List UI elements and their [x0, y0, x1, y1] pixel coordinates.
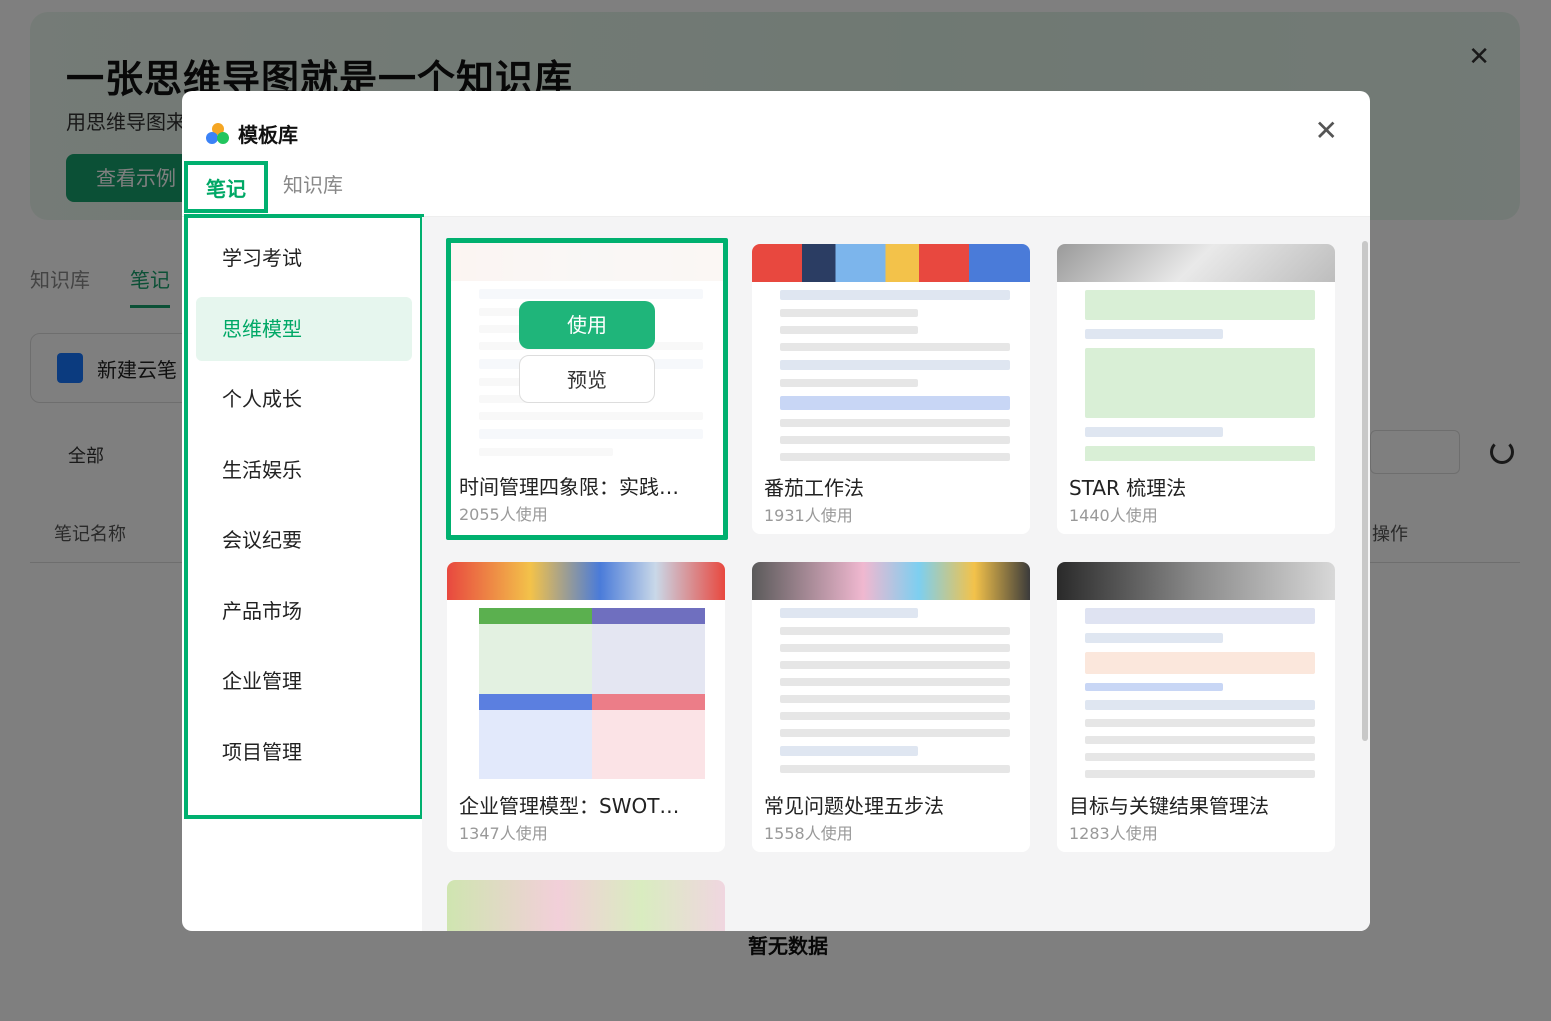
category-meeting-minutes[interactable]: 会议纪要 — [196, 508, 412, 572]
scrollbar[interactable] — [1362, 241, 1368, 741]
template-name: 目标与关键结果管理法 — [1069, 794, 1269, 818]
template-name: 时间管理四象限：实践… — [459, 475, 679, 499]
tab-notes[interactable]: 笔记 — [184, 161, 268, 213]
template-usage-count: 1347人使用 — [459, 824, 548, 843]
template-thumbnail — [752, 562, 1030, 779]
use-template-button[interactable]: 使用 — [519, 301, 655, 349]
category-study-exam[interactable]: 学习考试 — [196, 226, 412, 290]
category-enterprise-management[interactable]: 企业管理 — [196, 649, 412, 713]
template-card-pomodoro[interactable]: 番茄工作法 1931人使用 — [752, 244, 1030, 534]
category-project-management[interactable]: 项目管理 — [196, 720, 412, 784]
template-library-modal: 模板库 ✕ 笔记 知识库 学习考试 思维模型 个人成长 生活娱乐 会议纪要 产品… — [182, 91, 1370, 931]
modal-title: 模板库 — [238, 123, 298, 147]
template-usage-count: 1558人使用 — [764, 824, 853, 843]
template-thumbnail — [447, 880, 725, 931]
template-thumbnail — [752, 244, 1030, 461]
template-thumbnail: 使用 预览 — [451, 243, 723, 460]
template-name: STAR 梳理法 — [1069, 476, 1187, 500]
category-personal-growth[interactable]: 个人成长 — [196, 367, 412, 431]
template-usage-count: 1440人使用 — [1069, 506, 1158, 525]
preview-template-button[interactable]: 预览 — [519, 355, 655, 403]
template-usage-count: 1283人使用 — [1069, 824, 1158, 843]
modal-header: 模板库 — [206, 119, 298, 148]
template-usage-count: 1931人使用 — [764, 506, 853, 525]
template-name: 常见问题处理五步法 — [764, 794, 944, 818]
template-thumbnail — [1057, 562, 1335, 779]
category-life-entertainment[interactable]: 生活娱乐 — [196, 438, 412, 502]
template-card-five-steps[interactable]: 常见问题处理五步法 1558人使用 — [752, 562, 1030, 852]
category-product-market[interactable]: 产品市场 — [196, 579, 412, 643]
template-thumbnail — [1057, 244, 1335, 461]
app-logo-icon — [206, 122, 230, 145]
template-usage-count: 2055人使用 — [459, 505, 548, 524]
template-card-swot[interactable]: 企业管理模型：SWOT… 1347人使用 — [447, 562, 725, 852]
modal-tabs: 笔记 知识库 — [182, 161, 1370, 217]
tab-notes-label: 笔记 — [206, 177, 246, 201]
template-card-time-quadrant[interactable]: 使用 预览 时间管理四象限：实践… 2055人使用 — [446, 238, 728, 540]
category-thinking-models[interactable]: 思维模型 — [196, 296, 412, 361]
template-thumbnail — [447, 562, 725, 779]
category-sidebar: 学习考试 思维模型 个人成长 生活娱乐 会议纪要 产品市场 企业管理 项目管理 — [184, 214, 424, 819]
template-name: 番茄工作法 — [764, 476, 864, 500]
template-card-star[interactable]: STAR 梳理法 1440人使用 — [1057, 244, 1335, 534]
template-card-partial[interactable] — [447, 880, 725, 931]
close-icon[interactable]: ✕ — [1315, 117, 1338, 145]
tab-knowledge-base[interactable]: 知识库 — [283, 161, 343, 213]
template-card-okr[interactable]: 目标与关键结果管理法 1283人使用 — [1057, 562, 1335, 852]
template-grid: 使用 预览 时间管理四象限：实践… 2055人使用 番茄工作法 1931人使用 … — [422, 217, 1370, 931]
modal-body: 学习考试 思维模型 个人成长 生活娱乐 会议纪要 产品市场 企业管理 项目管理 — [182, 214, 1370, 931]
template-name: 企业管理模型：SWOT… — [459, 794, 680, 818]
